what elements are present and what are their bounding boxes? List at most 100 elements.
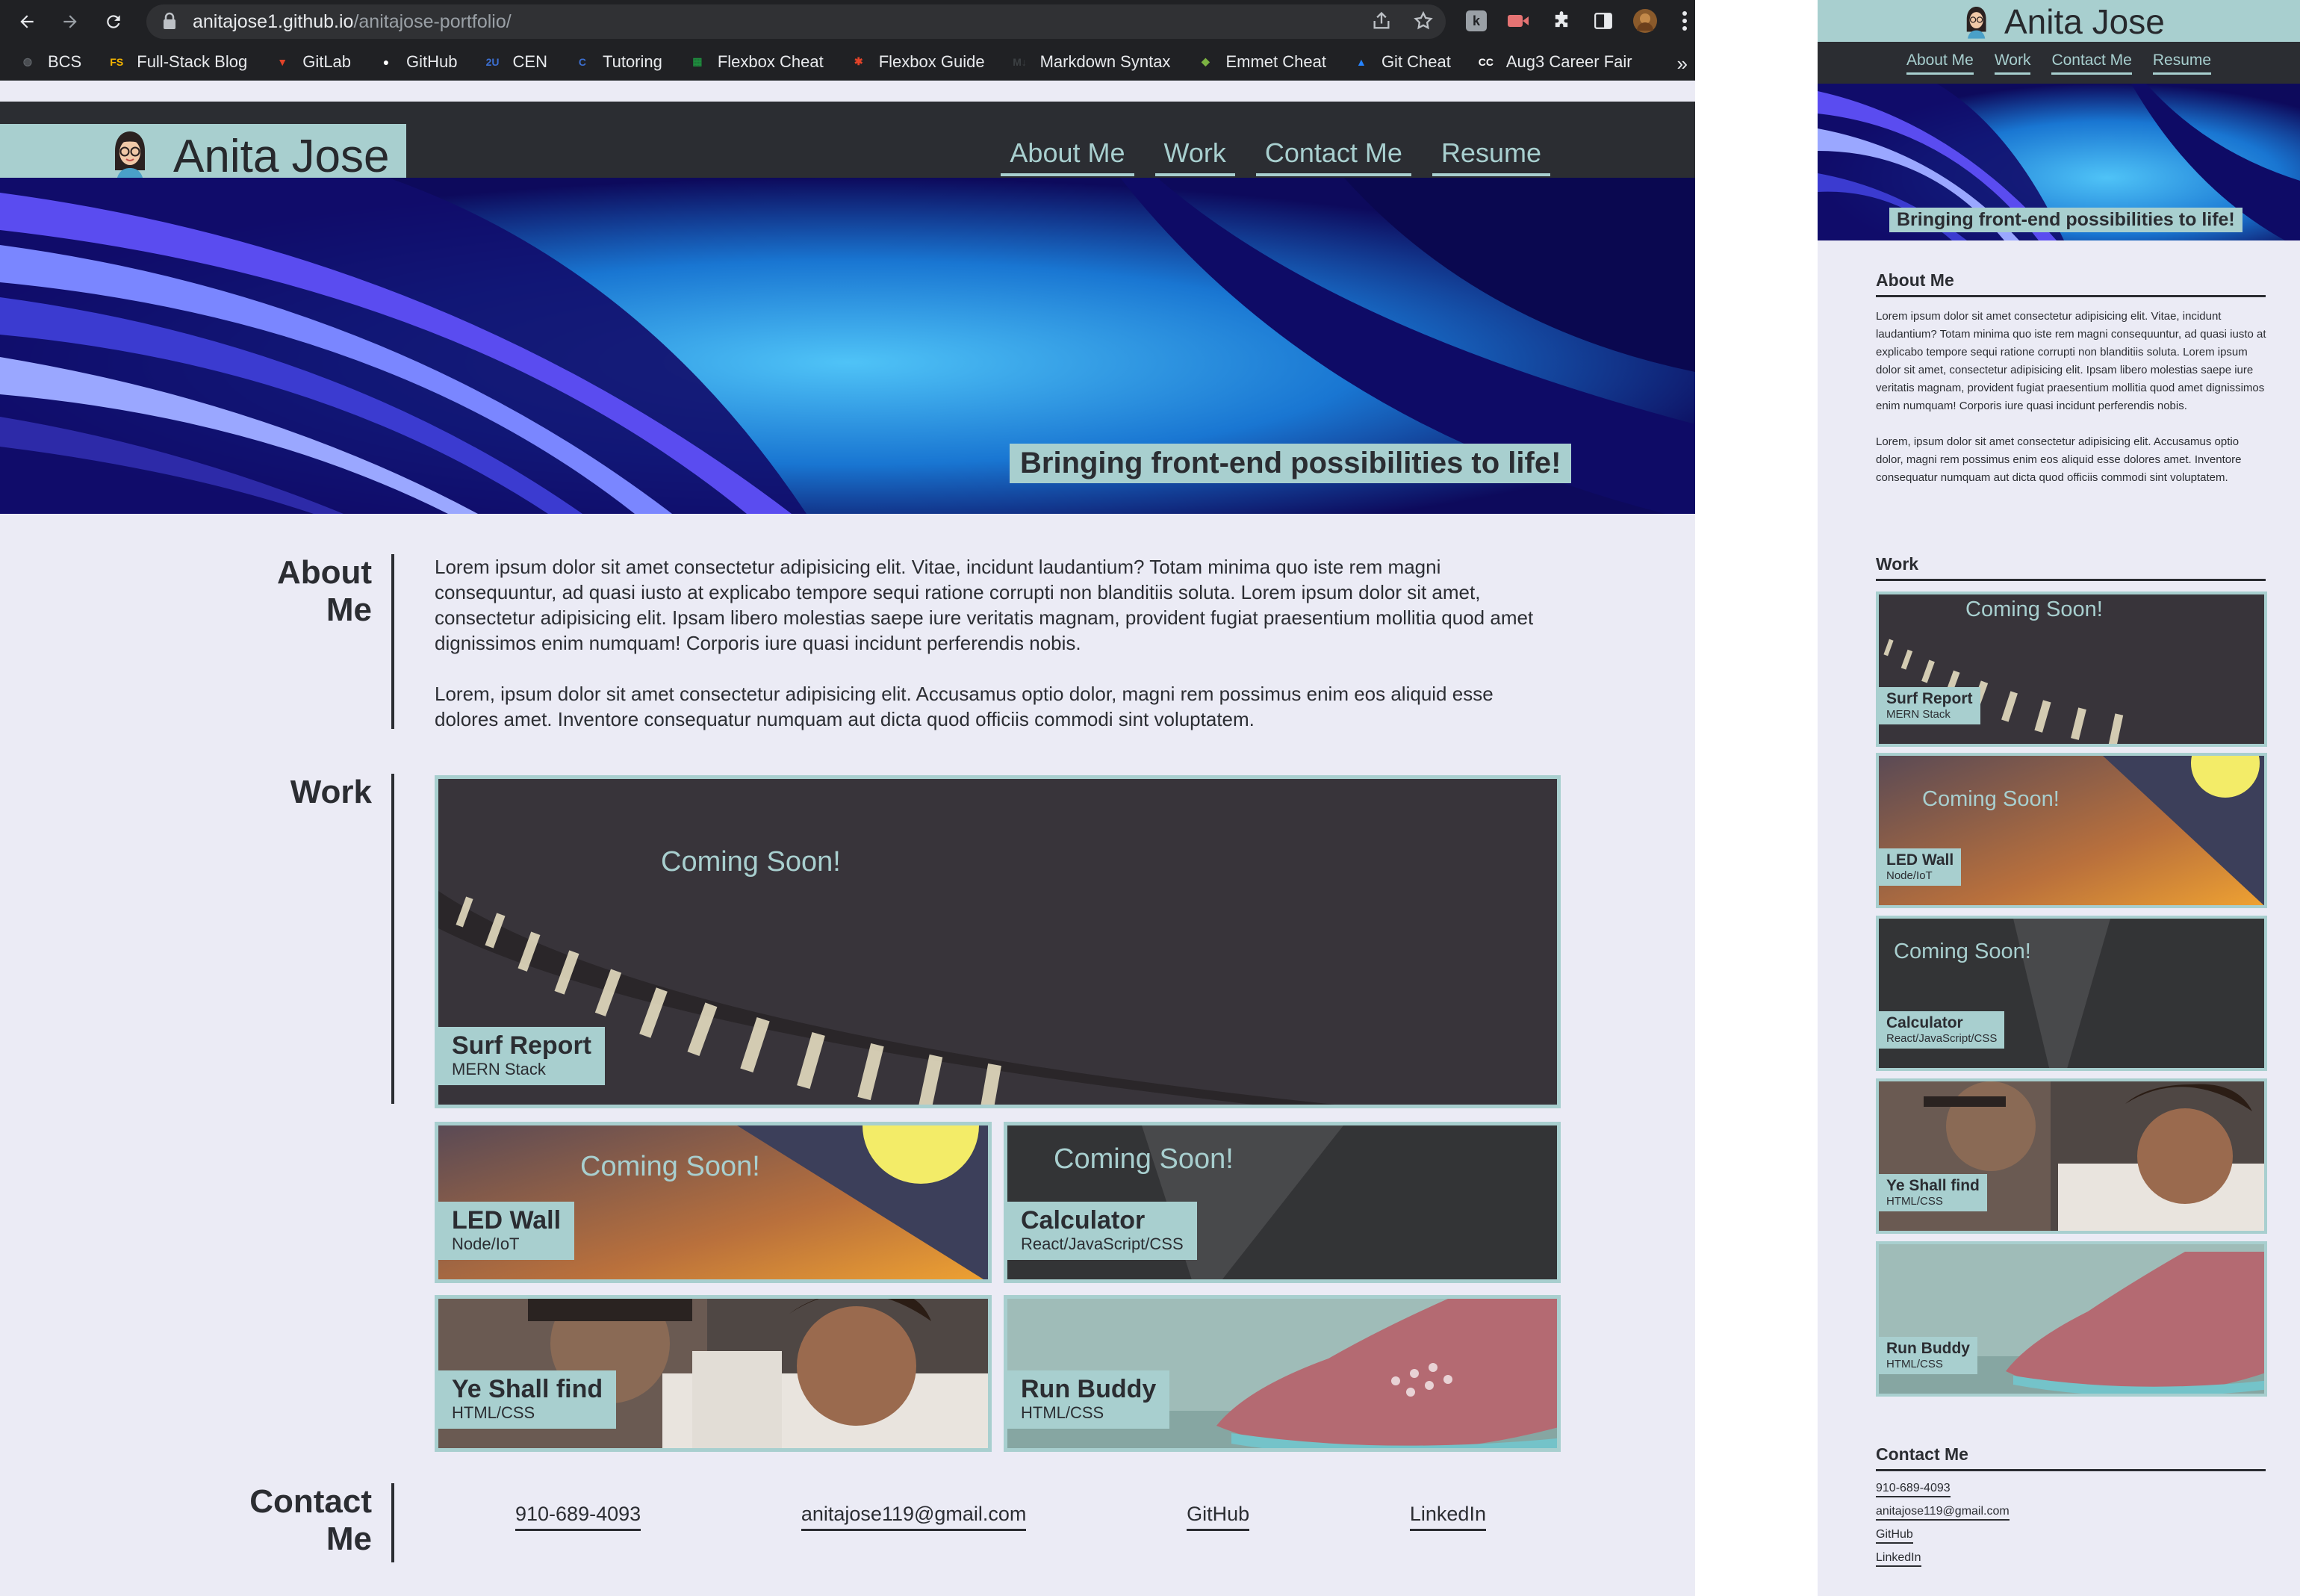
address-bar[interactable]: anitajose1.github.io/anitajose-portfolio… [146, 4, 1446, 39]
bookmark-star-icon[interactable] [1413, 10, 1434, 37]
mobile-contact-phone-link[interactable]: 910-689-4093 [1876, 1482, 1951, 1497]
work-heading: Work [290, 774, 372, 810]
profile-avatar-icon[interactable] [1632, 8, 1658, 34]
coming-soon-label: Coming Soon! [661, 846, 841, 878]
mobile-contact-github-link[interactable]: GitHub [1876, 1528, 1913, 1544]
hero-tagline: Bringing front-end possibilities to life… [1010, 444, 1572, 483]
about-paragraph-2: Lorem, ipsum dolor sit amet consectetur … [435, 683, 1494, 730]
mobile-nav-work[interactable]: Work [1994, 52, 2031, 75]
mobile-project-card-led-wall[interactable]: Coming Soon! LED Wall Node/IoT [1876, 753, 2267, 908]
nav-about-me[interactable]: About Me [1001, 137, 1134, 176]
bookmark-label: Emmet Cheat [1225, 52, 1326, 71]
project-title: Ye Shall find [452, 1375, 603, 1403]
mobile-logo[interactable]: Anita Jose [1818, 0, 2300, 42]
project-label: Run Buddy HTML/CSS [1007, 1370, 1170, 1429]
contact-email-link[interactable]: anitajose119@gmail.com [801, 1503, 1027, 1531]
coming-soon-label: Coming Soon! [1894, 940, 2031, 963]
bookmark-item[interactable]: C Tutoring [573, 52, 662, 72]
project-card-surf-report[interactable]: Coming Soon! Surf Report MERN Stack [435, 775, 1561, 1108]
bookmark-item[interactable]: 2U CEN [483, 52, 547, 72]
mobile-contact-email-link[interactable]: anitajose119@gmail.com [1876, 1505, 2010, 1521]
mobile-contact-linkedin-link[interactable]: LinkedIn [1876, 1551, 1921, 1567]
mobile-nav-contact-me[interactable]: Contact Me [2051, 52, 2132, 75]
share-icon[interactable] [1371, 10, 1392, 37]
2u-icon: 2U [485, 55, 500, 68]
bookmark-label: BCS [48, 52, 82, 71]
url-path: /anitajose-portfolio/ [353, 10, 512, 32]
mobile-about-paragraph-2: Lorem, ipsum dolor sit amet consectetur … [1876, 435, 2242, 484]
mobile-project-card-surf-report[interactable]: Coming Soon! Surf Report MERN Stack [1876, 591, 2267, 747]
project-card-run-buddy[interactable]: Run Buddy HTML/CSS [1004, 1295, 1561, 1452]
about-paragraph-1: Lorem ipsum dolor sit amet consectetur a… [435, 556, 1534, 654]
extension-record-icon[interactable] [1505, 8, 1531, 34]
lock-icon [163, 12, 179, 31]
mobile-project-card-ye-shall-find[interactable]: Ye Shall find HTML/CSS [1876, 1078, 2267, 1234]
reload-icon[interactable] [97, 5, 130, 38]
project-stack: React/JavaScript/CSS [1021, 1235, 1184, 1253]
forward-icon[interactable] [54, 5, 87, 38]
bookmark-label: Markdown Syntax [1039, 52, 1171, 71]
mobile-project-card-run-buddy[interactable]: Run Buddy HTML/CSS [1876, 1241, 2267, 1397]
bookmark-item[interactable]: ✱ Flexbox Guide [849, 52, 985, 72]
bookmarks-more-button[interactable]: » [1677, 52, 1688, 75]
logo[interactable]: Anita Jose [0, 124, 406, 184]
project-stack: React/JavaScript/CSS [1886, 1032, 1998, 1045]
mobile-hero-tagline: Bringing front-end possibilities to life… [1889, 208, 2242, 232]
contact-github-link[interactable]: GitHub [1187, 1503, 1250, 1531]
project-label: Calculator React/JavaScript/CSS [1879, 1011, 2005, 1049]
about-text: Lorem ipsum dolor sit amet consectetur a… [435, 554, 1555, 757]
bookmark-item[interactable]: M↓ Markdown Syntax [1010, 52, 1171, 72]
bookmark-item[interactable]: ▲ Git Cheat [1352, 52, 1451, 72]
project-title: Run Buddy [1021, 1375, 1157, 1403]
fs-icon: FS [110, 55, 124, 68]
mobile-contact-links: 910-689-4093 anitajose119@gmail.com GitH… [1876, 1482, 2010, 1574]
bookmark-item[interactable]: ▦ Flexbox Cheat [688, 52, 823, 72]
cc-icon: CC [1478, 55, 1494, 68]
browser-window: anitajose1.github.io/anitajose-portfolio… [0, 0, 1695, 1596]
back-icon[interactable] [10, 5, 43, 38]
extensions-puzzle-icon[interactable] [1549, 8, 1574, 34]
project-stack: HTML/CSS [1886, 1195, 1943, 1208]
mobile-nav-resume[interactable]: Resume [2152, 52, 2212, 75]
nav-contact-me[interactable]: Contact Me [1255, 137, 1411, 176]
mobile-hero-banner: Bringing front-end possibilities to life… [1818, 84, 2300, 240]
bookmark-item[interactable]: ◆ Emmet Cheat [1196, 52, 1326, 72]
emmet-icon: ◆ [1202, 55, 1210, 67]
project-card-led-wall[interactable]: Coming Soon! LED Wall Node/IoT [435, 1122, 992, 1283]
bookmark-item[interactable]: ● GitHub [376, 52, 458, 72]
coming-soon-label: Coming Soon! [1054, 1143, 1234, 1175]
mobile-preview: Anita Jose About Me Work Contact Me Resu… [1818, 0, 2300, 1596]
project-label: Surf Report MERN Stack [1879, 687, 1980, 724]
browser-menu-icon[interactable] [1677, 8, 1692, 34]
contact-divider [391, 1483, 394, 1562]
github-icon: ● [382, 55, 390, 68]
contact-phone-link[interactable]: 910-689-4093 [515, 1503, 641, 1531]
bookmark-item[interactable]: CC Aug3 Career Fair [1476, 52, 1632, 72]
project-title: Run Buddy [1886, 1340, 1970, 1357]
project-card-calculator[interactable]: Coming Soon! Calculator React/JavaScript… [1004, 1122, 1561, 1283]
work-divider [391, 774, 394, 1104]
bookmark-label: GitLab [302, 52, 352, 71]
contact-linkedin-link[interactable]: LinkedIn [1409, 1503, 1486, 1531]
contact-links: 910-689-4093 anitajose119@gmail.com GitH… [515, 1503, 1486, 1531]
contact-heading: Contact Me [194, 1483, 372, 1558]
bookmark-item[interactable]: ▼ GitLab [273, 52, 351, 72]
mobile-contact-heading: Contact Me [1876, 1444, 2266, 1471]
project-label: Calculator React/JavaScript/CSS [1007, 1202, 1197, 1260]
project-stack: MERN Stack [452, 1060, 546, 1078]
site-header: Anita Jose About Me Work Contact Me Resu… [0, 102, 1695, 184]
nav-work[interactable]: Work [1154, 137, 1235, 176]
mobile-nav-about-me[interactable]: About Me [1906, 52, 1974, 75]
project-label: Run Buddy HTML/CSS [1879, 1337, 1977, 1374]
portfolio-page: Anita Jose About Me Work Contact Me Resu… [0, 81, 1695, 1596]
hero-banner: Bringing front-end possibilities to life… [0, 178, 1695, 514]
nav-resume[interactable]: Resume [1432, 137, 1550, 176]
mobile-project-card-calculator[interactable]: Coming Soon! Calculator React/JavaScript… [1876, 916, 2267, 1071]
side-panel-icon[interactable] [1591, 8, 1616, 34]
extension-k-icon[interactable]: k [1464, 8, 1489, 34]
bookmark-item[interactable]: FS Full-Stack Blog [107, 52, 247, 72]
bookmark-item[interactable]: ◍ BCS [18, 52, 81, 72]
project-title: Surf Report [452, 1031, 591, 1060]
project-card-ye-shall-find[interactable]: Ye Shall find HTML/CSS [435, 1295, 992, 1452]
site-nav: About Me Work Contact Me Resume [980, 137, 1550, 176]
